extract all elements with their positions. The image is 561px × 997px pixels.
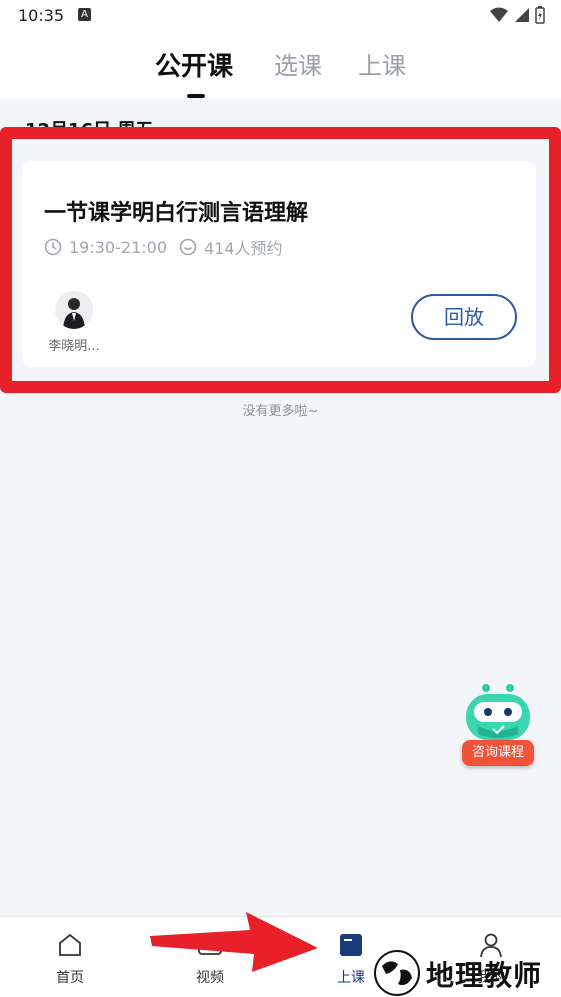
- clock-icon: [44, 238, 62, 256]
- tab-attend-class[interactable]: 上课: [358, 46, 406, 81]
- robot-mascot-icon: [466, 684, 530, 740]
- replay-button[interactable]: 回放: [411, 294, 517, 340]
- course-reservations: 414人预约: [179, 235, 283, 259]
- no-more-text: 没有更多啦~: [242, 404, 319, 419]
- reservations-text: 414人预约: [204, 239, 283, 258]
- consult-label: 咨询课程: [462, 740, 534, 766]
- consult-course-button[interactable]: 咨询课程: [460, 680, 536, 770]
- notification-icon: A: [78, 8, 91, 21]
- teacher-avatar: [55, 291, 93, 329]
- home-icon: [59, 933, 81, 956]
- course-meta: 19:30-21:00 414人预约: [44, 235, 295, 259]
- nav-home-label: 首页: [56, 970, 84, 986]
- avatar-silhouette-icon: [55, 291, 93, 329]
- course-list: 12月16日 周五 一节课学明白行测言语理解 19:30-21:00 414人预…: [0, 98, 561, 916]
- status-bar: 10:35 A: [0, 0, 561, 32]
- teacher-info[interactable]: 李晓明...: [44, 291, 104, 354]
- watermark-text: 地理教师: [426, 959, 543, 992]
- battery-icon: [535, 6, 545, 24]
- globe-logo-icon: [374, 950, 420, 996]
- course-title: 一节课学明白行测言语理解: [44, 201, 309, 226]
- red-arrow-icon: [150, 912, 318, 972]
- course-time-text: 19:30-21:00: [69, 237, 167, 257]
- class-icon: [340, 934, 362, 956]
- tab-public-course[interactable]: 公开课: [155, 46, 233, 83]
- status-icons: [490, 6, 545, 24]
- watermark: 地理教师: [368, 946, 558, 996]
- course-time: 19:30-21:00: [44, 238, 167, 257]
- top-tab-bar: 公开课 选课 上课: [0, 32, 561, 98]
- wifi-icon: [490, 7, 508, 22]
- signal-icon: [515, 8, 529, 22]
- nav-home[interactable]: 首页: [30, 931, 110, 987]
- course-card[interactable]: 一节课学明白行测言语理解 19:30-21:00 414人预约 李晓明... 回…: [22, 161, 536, 367]
- tab-select-course[interactable]: 选课: [274, 46, 322, 81]
- teacher-name: 李晓明...: [48, 339, 100, 354]
- status-time: 10:35: [18, 6, 65, 25]
- smile-icon: [179, 238, 197, 256]
